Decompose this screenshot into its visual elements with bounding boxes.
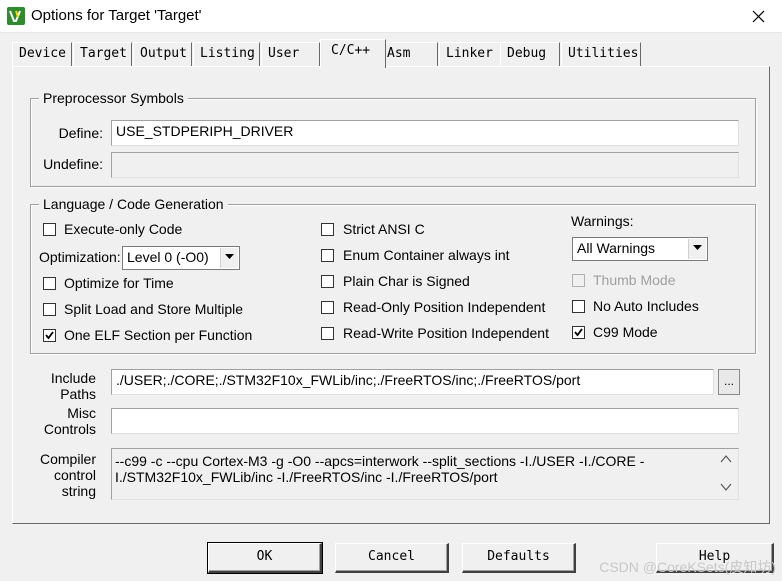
one-elf-checkbox[interactable]	[43, 329, 56, 342]
tab-output[interactable]: Output	[133, 42, 192, 66]
optimization-dropdown-button[interactable]	[220, 248, 238, 268]
chevron-down-icon	[693, 245, 702, 250]
preprocessor-group-label: Preprocessor Symbols	[39, 90, 188, 106]
tab-debug[interactable]: Debug	[500, 42, 560, 66]
window-title: Options for Target 'Target'	[31, 7, 202, 24]
codegen-group-label: Language / Code Generation	[39, 196, 228, 212]
compiler-string-label-line1: Compiler	[39, 451, 96, 467]
enum-container-label: Enum Container always int	[343, 247, 510, 263]
cc-tab-panel: Preprocessor Symbols Define: USE_STDPERI…	[12, 66, 770, 524]
watermark: CSDN @CoreKSets(皮知坊)	[599, 559, 776, 575]
tab-utilities[interactable]: Utilities	[561, 42, 641, 66]
execute-only-label: Execute-only Code	[64, 221, 183, 237]
ropi-label: Read-Only Position Independent	[343, 299, 546, 315]
undefine-label: Undefine:	[43, 156, 103, 172]
compiler-string-label-line3: string	[61, 483, 96, 499]
define-input[interactable]: USE_STDPERIPH_DRIVER	[111, 120, 739, 146]
define-label: Define:	[58, 125, 103, 141]
split-load-checkbox[interactable]	[43, 303, 56, 316]
warnings-value: All Warnings	[577, 240, 656, 256]
tab-user[interactable]: User	[261, 42, 320, 66]
execute-only-checkbox[interactable]	[43, 223, 56, 236]
title-bar[interactable]: Options for Target 'Target'	[0, 0, 782, 33]
include-paths-label: Include Paths	[33, 370, 96, 402]
optimize-time-checkbox[interactable]	[43, 277, 56, 290]
defaults-button[interactable]: Defaults	[462, 543, 576, 573]
optimization-select[interactable]: Level 0 (-O0)	[122, 246, 240, 270]
plain-char-label: Plain Char is Signed	[343, 273, 470, 289]
tab-cc[interactable]: C/C++	[320, 39, 386, 68]
chevron-down-icon	[225, 254, 234, 259]
tab-linker[interactable]: Linker	[439, 42, 505, 66]
c99-mode-checkbox[interactable]	[572, 326, 585, 339]
tab-asm[interactable]: Asm	[380, 42, 438, 66]
strict-ansi-label: Strict ANSI C	[343, 221, 425, 237]
compiler-string-textarea[interactable]: --c99 -c --cpu Cortex-M3 -g -O0 --apcs=i…	[111, 448, 739, 500]
scroll-down-icon[interactable]	[720, 482, 732, 492]
close-button[interactable]	[736, 0, 782, 33]
misc-controls-input[interactable]	[111, 408, 739, 434]
include-paths-label-line1: Include	[50, 370, 96, 386]
no-auto-includes-checkbox[interactable]	[572, 300, 585, 313]
undefine-input[interactable]	[111, 152, 739, 178]
split-load-label: Split Load and Store Multiple	[64, 301, 243, 317]
rwpi-checkbox[interactable]	[321, 327, 334, 340]
warnings-dropdown-button[interactable]	[688, 239, 706, 259]
thumb-mode-label: Thumb Mode	[593, 272, 676, 288]
rwpi-label: Read-Write Position Independent	[343, 325, 549, 341]
optimization-value: Level 0 (-O0)	[127, 249, 209, 265]
checkmark-icon	[45, 331, 54, 340]
optimization-label: Optimization:	[39, 249, 121, 265]
c99-mode-label: C99 Mode	[593, 324, 658, 340]
include-paths-input[interactable]: ./USER;./CORE;./STM32F10x_FWLib/inc;./Fr…	[111, 369, 714, 395]
ropi-checkbox[interactable]	[321, 301, 334, 314]
options-dialog: Options for Target 'Target' Device Targe…	[0, 0, 782, 581]
scroll-up-icon[interactable]	[720, 454, 732, 464]
misc-controls-label: Misc Controls	[33, 405, 96, 437]
close-icon	[752, 10, 765, 23]
compiler-string-label-line2: control	[53, 467, 96, 483]
warnings-label: Warnings:	[571, 213, 634, 229]
ok-button[interactable]: OK	[207, 542, 323, 574]
one-elf-label: One ELF Section per Function	[64, 327, 253, 343]
include-paths-label-line2: Paths	[60, 386, 96, 402]
misc-controls-label-line1: Misc	[67, 405, 96, 421]
misc-controls-label-line2: Controls	[43, 421, 96, 437]
checkmark-icon	[574, 328, 583, 337]
compiler-string-label: Compiler control string	[33, 451, 96, 499]
optimize-time-label: Optimize for Time	[64, 275, 174, 291]
no-auto-includes-label: No Auto Includes	[593, 298, 699, 314]
cancel-button[interactable]: Cancel	[335, 543, 449, 573]
include-paths-browse-button[interactable]: ...	[718, 369, 740, 395]
tab-listing[interactable]: Listing	[193, 42, 260, 66]
strict-ansi-checkbox[interactable]	[321, 223, 334, 236]
thumb-mode-checkbox[interactable]	[572, 274, 585, 287]
plain-char-checkbox[interactable]	[321, 275, 334, 288]
tab-device[interactable]: Device	[12, 42, 72, 66]
warnings-select[interactable]: All Warnings	[572, 237, 708, 261]
keil-uvision-icon	[7, 7, 25, 25]
enum-container-checkbox[interactable]	[321, 249, 334, 262]
tab-target[interactable]: Target	[73, 42, 132, 66]
